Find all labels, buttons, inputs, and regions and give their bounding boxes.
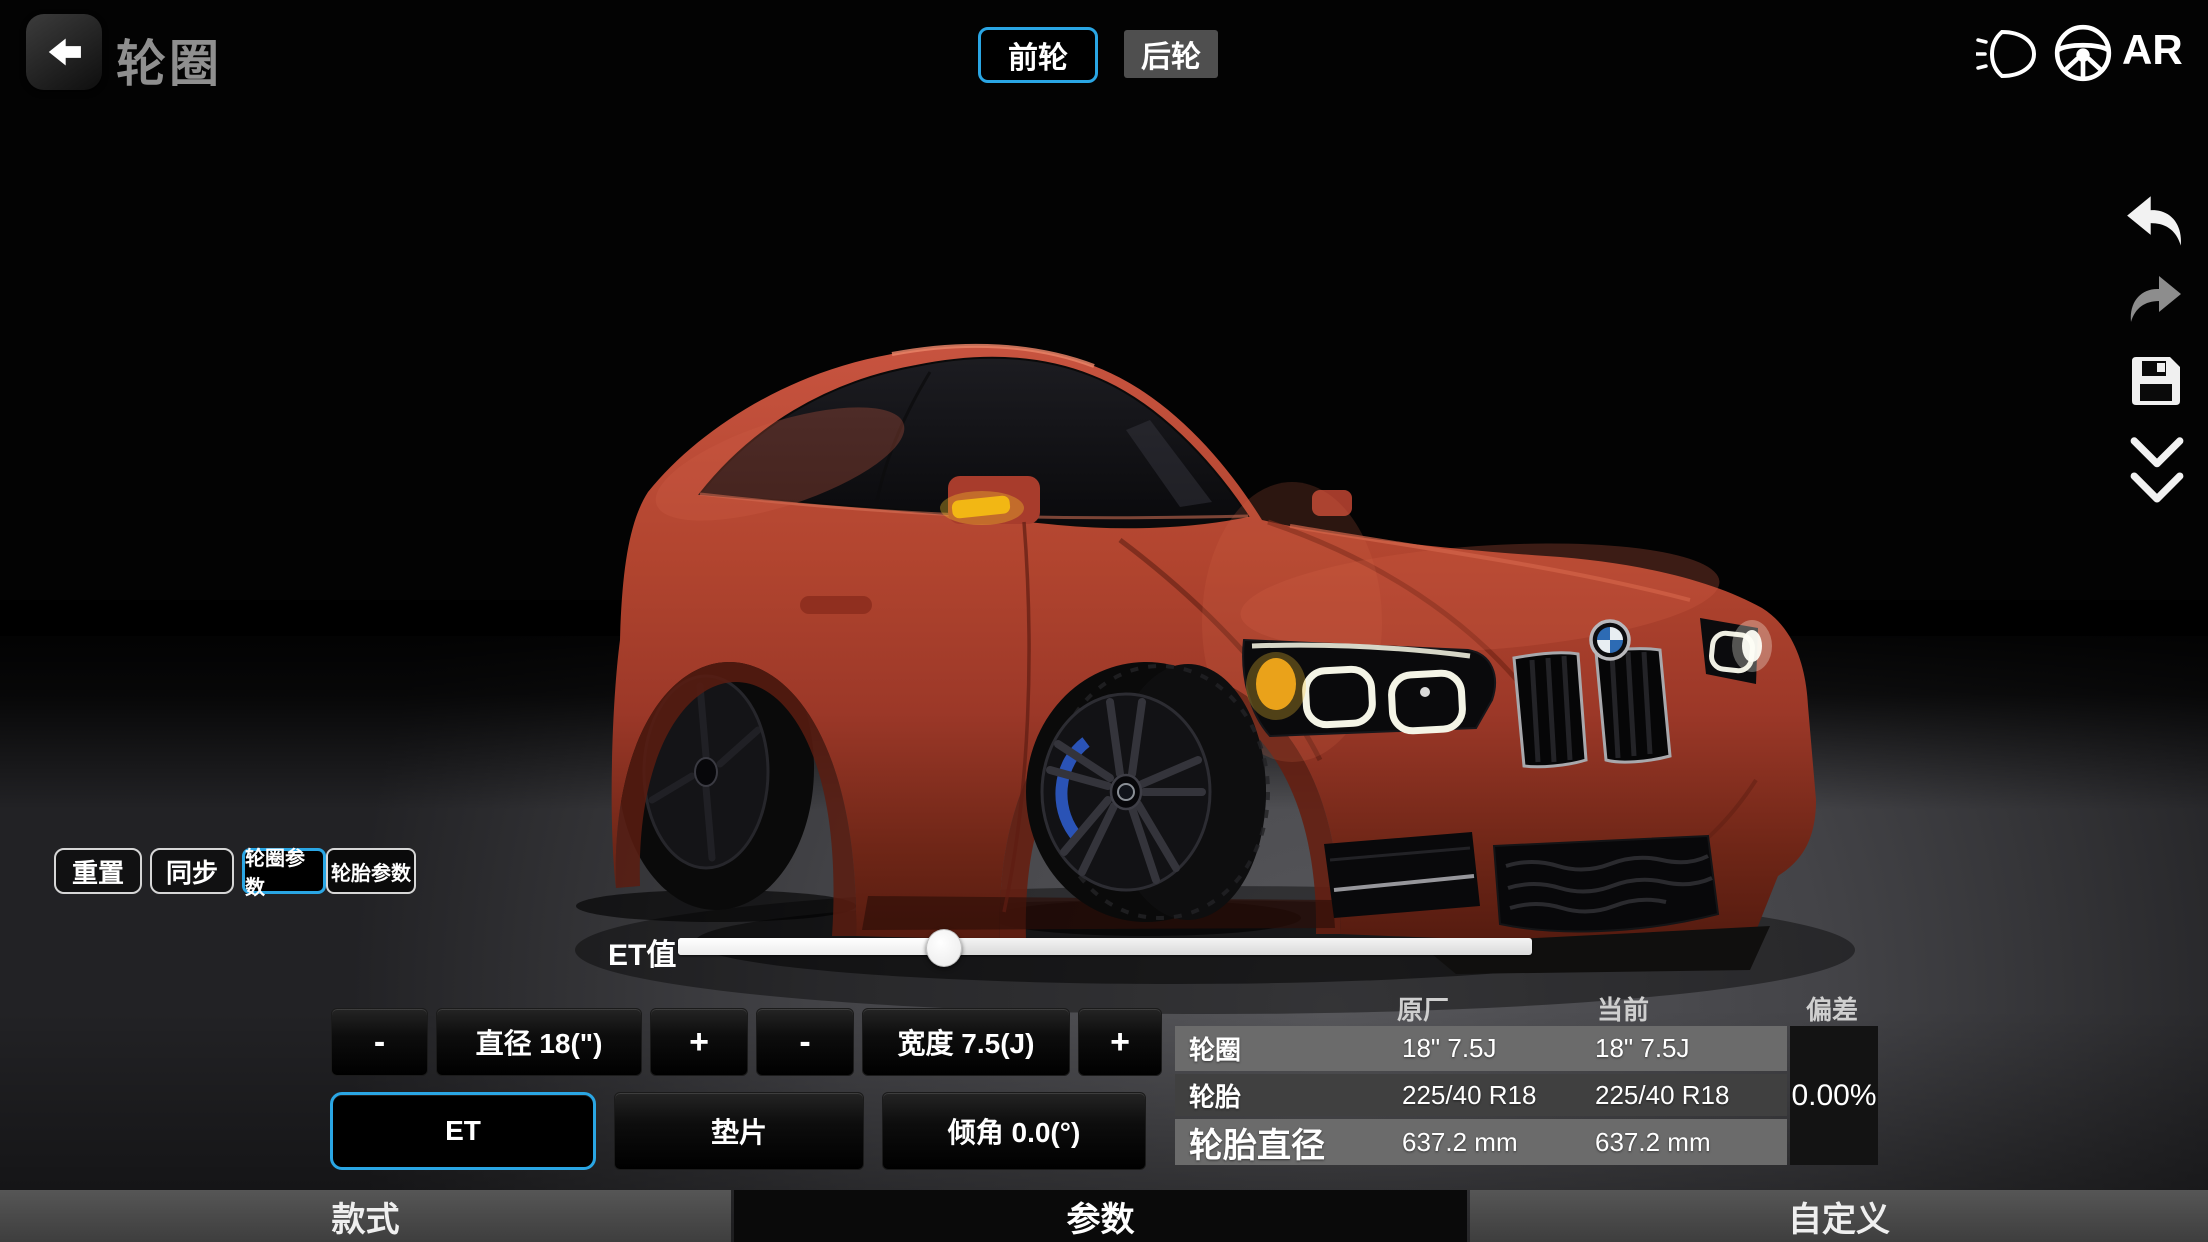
camber-mode-button[interactable]: 倾角 0.0(°) bbox=[882, 1092, 1146, 1170]
diameter-decrease-button[interactable]: - bbox=[331, 1008, 428, 1076]
table-row-rim: 轮圈 18" 7.5J 18" 7.5J bbox=[1175, 1026, 1787, 1071]
tab-parameters[interactable]: 参数 bbox=[734, 1190, 1467, 1242]
steering-wheel-icon[interactable] bbox=[2052, 22, 2114, 84]
rim-params-button[interactable]: 轮圈参数 bbox=[242, 848, 326, 894]
width-increase-button[interactable]: + bbox=[1078, 1008, 1162, 1076]
save-icon[interactable] bbox=[2126, 350, 2186, 412]
redo-icon[interactable] bbox=[2124, 272, 2186, 328]
sync-button[interactable]: 同步 bbox=[150, 848, 234, 894]
tab-rear-wheel[interactable]: 后轮 bbox=[1124, 30, 1218, 78]
et-slider-label: ET值 bbox=[608, 930, 676, 974]
tire-params-button[interactable]: 轮胎参数 bbox=[326, 848, 416, 894]
deviation-value: 0.00% bbox=[1790, 1026, 1878, 1165]
tab-style[interactable]: 款式 bbox=[0, 1190, 731, 1242]
diameter-value-button[interactable]: 直径 18(") bbox=[436, 1008, 642, 1076]
brand-roundel bbox=[1591, 621, 1629, 659]
et-slider-fill bbox=[678, 938, 943, 955]
table-row-tire: 轮胎 225/40 R18 225/40 R18 bbox=[1175, 1074, 1787, 1116]
column-header-deviation: 偏差 bbox=[1806, 990, 1858, 1027]
column-header-factory: 原厂 bbox=[1397, 990, 1449, 1027]
tab-front-wheel[interactable]: 前轮 bbox=[978, 27, 1098, 83]
column-header-current: 当前 bbox=[1597, 990, 1649, 1027]
undo-icon[interactable] bbox=[2122, 192, 2188, 252]
back-button[interactable] bbox=[26, 14, 102, 90]
diameter-increase-button[interactable]: + bbox=[650, 1008, 748, 1076]
width-decrease-button[interactable]: - bbox=[756, 1008, 854, 1076]
headlight-icon[interactable] bbox=[1976, 28, 2040, 80]
front-wheel bbox=[1026, 662, 1268, 922]
width-value-button[interactable]: 宽度 7.5(J) bbox=[862, 1008, 1070, 1076]
tab-custom[interactable]: 自定义 bbox=[1470, 1190, 2208, 1242]
ar-mode-button[interactable]: AR bbox=[2122, 26, 2183, 74]
et-mode-button[interactable]: ET bbox=[330, 1092, 596, 1170]
headlight-left bbox=[1243, 640, 1495, 736]
back-arrow-icon bbox=[42, 30, 86, 74]
side-mirror bbox=[940, 476, 1040, 525]
et-slider-thumb[interactable] bbox=[926, 929, 962, 967]
et-slider-track[interactable] bbox=[678, 938, 1532, 955]
page-title: 轮圈 bbox=[116, 24, 222, 96]
app-window: 轮圈 前轮 后轮 AR bbox=[0, 0, 2208, 1242]
spacer-mode-button[interactable]: 垫片 bbox=[614, 1092, 864, 1170]
table-row-tire-diameter: 轮胎直径 637.2 mm 637.2 mm bbox=[1175, 1119, 1787, 1165]
double-chevron-down-icon[interactable] bbox=[2128, 432, 2186, 514]
reset-button[interactable]: 重置 bbox=[54, 848, 142, 894]
